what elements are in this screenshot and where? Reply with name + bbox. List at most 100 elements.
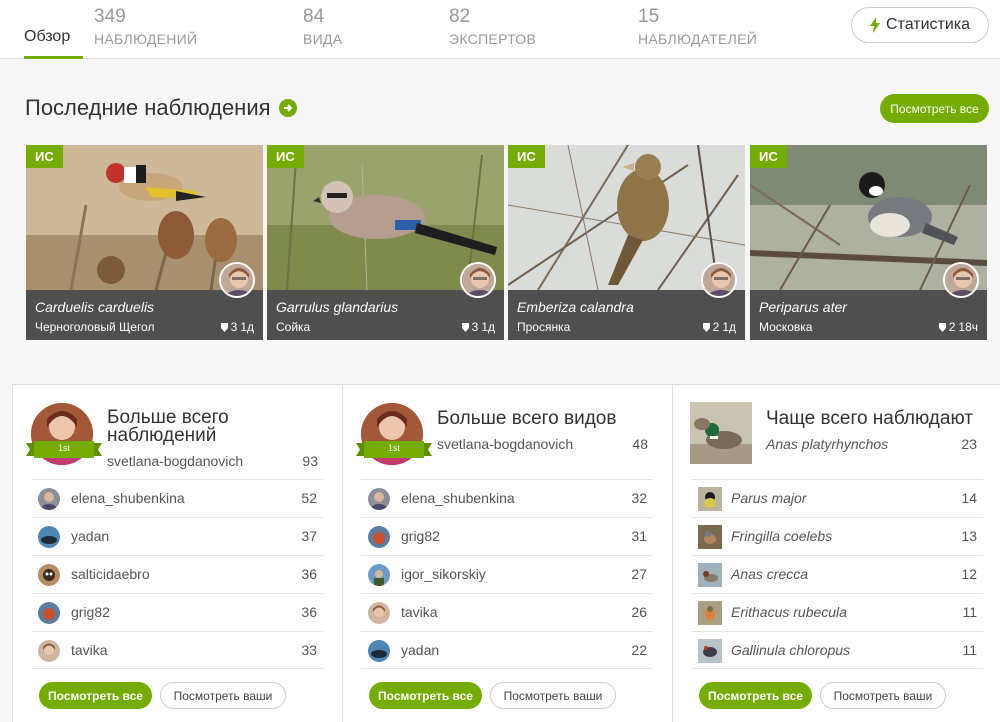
list-item[interactable]: Anas crecca 12 <box>691 555 983 593</box>
stats-bar: Обзор 349 НАБЛЮДЕНИЙ 84 ВИДА 82 ЭКСПЕРТО… <box>0 0 1000 59</box>
leader-name[interactable]: svetlana-bogdanovich <box>437 436 573 452</box>
scientific-name[interactable]: Carduelis carduelis <box>35 299 154 315</box>
observation-age: 1д <box>722 320 736 334</box>
observation-card[interactable]: ИС Garrulus glandarius Сойка 3 1д <box>267 145 504 340</box>
user-name: yadan <box>71 528 110 544</box>
panel-title: Больше всего видов <box>437 408 617 429</box>
user-avatar[interactable] <box>38 602 60 624</box>
identification-count: 2 <box>948 320 956 334</box>
tab-overview[interactable]: Обзор <box>24 28 70 46</box>
user-avatar[interactable] <box>368 526 390 548</box>
observer-avatar[interactable] <box>219 262 255 298</box>
user-name: yadan <box>401 642 440 658</box>
scientific-name[interactable]: Garrulus glandarius <box>276 299 398 315</box>
observation-caption: Emberiza calandra Просянка 2 1д <box>508 290 745 340</box>
view-yours-button[interactable]: Посмотреть ваши <box>490 682 616 709</box>
view-all-button[interactable]: Посмотреть все <box>369 682 482 709</box>
top-species-observers-panel: 1st Больше всего видов svetlana-bogdanov… <box>343 385 672 722</box>
user-name: igor_sikorskiy <box>401 566 486 582</box>
stat-experts-number: 82 <box>449 6 471 27</box>
observation-age: 1д <box>240 320 254 334</box>
list-item[interactable]: salticidaebro 36 <box>31 555 323 593</box>
identification-count: 2 <box>712 320 720 334</box>
stat-species-number: 84 <box>303 6 325 27</box>
species-name: Parus major <box>731 490 807 506</box>
species-name: Anas crecca <box>731 566 809 582</box>
top-species-panel: Чаще всего наблюдают Anas platyrhynchos … <box>673 385 1000 722</box>
research-grade-badge: ИС <box>267 145 304 168</box>
top-observers-panel: 1st Больше всего наблюдений svetlana-bog… <box>13 385 342 722</box>
list-item[interactable]: Parus major 14 <box>691 479 983 517</box>
view-all-button[interactable]: Посмотреть все <box>39 682 152 709</box>
recent-observations-heading[interactable]: Последние наблюдения <box>25 95 297 121</box>
species-photo[interactable] <box>698 525 722 549</box>
list-item[interactable]: yadan 22 <box>361 631 653 669</box>
leader-species-photo[interactable] <box>690 402 752 464</box>
list-item[interactable]: Gallinula chloropus 11 <box>691 631 983 669</box>
view-yours-button[interactable]: Посмотреть ваши <box>820 682 946 709</box>
user-count: 32 <box>631 490 647 506</box>
list-item[interactable]: igor_sikorskiy 27 <box>361 555 653 593</box>
list-item[interactable]: elena_shubenkina 32 <box>361 479 653 517</box>
list-item[interactable]: Erithacus rubecula 11 <box>691 593 983 631</box>
statistics-button[interactable]: Статистика <box>851 7 989 43</box>
stat-observations-number: 349 <box>94 6 126 27</box>
scientific-name[interactable]: Periparus ater <box>759 299 847 315</box>
list-item[interactable]: yadan 37 <box>31 517 323 555</box>
user-count: 36 <box>301 566 317 582</box>
user-name: elena_shubenkina <box>401 490 515 506</box>
species-count: 14 <box>961 490 977 506</box>
list-item[interactable]: grig82 36 <box>31 593 323 631</box>
observation-card[interactable]: ИС Periparus ater Московка 2 18ч <box>750 145 987 340</box>
species-photo[interactable] <box>698 639 722 663</box>
stat-observers-number: 15 <box>638 6 660 27</box>
user-avatar[interactable] <box>368 640 390 662</box>
observation-card[interactable]: ИС Carduelis carduelis Черноголовый Щего… <box>26 145 263 340</box>
species-photo[interactable] <box>698 563 722 587</box>
stat-experts[interactable]: 82 ЭКСПЕРТОВ <box>449 6 536 47</box>
view-all-button[interactable]: Посмотреть все <box>699 682 812 709</box>
list-item[interactable]: tavika 33 <box>31 631 323 669</box>
observer-avatar[interactable] <box>460 262 496 298</box>
lightning-icon <box>869 17 880 33</box>
user-avatar[interactable] <box>368 602 390 624</box>
stat-observations[interactable]: 349 НАБЛЮДЕНИЙ <box>94 6 197 47</box>
common-name: Черноголовый Щегол <box>35 320 155 334</box>
common-name: Просянка <box>517 320 571 334</box>
list-item[interactable]: tavika 26 <box>361 593 653 631</box>
scientific-name[interactable]: Emberiza calandra <box>517 299 634 315</box>
user-avatar[interactable] <box>38 564 60 586</box>
list-item[interactable]: elena_shubenkina 52 <box>31 479 323 517</box>
user-avatar[interactable] <box>38 640 60 662</box>
first-place-label: 1st <box>57 443 70 453</box>
user-avatar[interactable] <box>368 488 390 510</box>
statistics-button-label: Статистика <box>885 16 971 33</box>
view-all-recent-button[interactable]: Посмотреть все <box>880 94 989 123</box>
user-avatar[interactable] <box>38 488 60 510</box>
species-photo[interactable] <box>698 601 722 625</box>
user-avatar[interactable] <box>368 564 390 586</box>
stat-species[interactable]: 84 ВИДА <box>303 6 342 47</box>
user-count: 33 <box>301 642 317 658</box>
observation-caption: Carduelis carduelis Черноголовый Щегол 3… <box>26 290 263 340</box>
arrow-right-icon[interactable] <box>278 99 297 117</box>
species-name: Fringilla coelebs <box>731 528 833 544</box>
user-avatar[interactable] <box>38 526 60 548</box>
stat-observations-label: НАБЛЮДЕНИЙ <box>94 31 198 47</box>
observation-caption: Garrulus glandarius Сойка 3 1д <box>267 290 504 340</box>
list-item[interactable]: grig82 31 <box>361 517 653 555</box>
observer-avatar[interactable] <box>943 262 979 298</box>
species-photo[interactable] <box>698 487 722 511</box>
stat-observers[interactable]: 15 НАБЛЮДАТЕЛЕЙ <box>638 6 757 47</box>
common-name: Сойка <box>276 320 311 334</box>
leader-species-name[interactable]: Anas platyrhynchos <box>766 436 888 452</box>
view-yours-button[interactable]: Посмотреть ваши <box>160 682 286 709</box>
active-tab-indicator <box>24 56 83 59</box>
observer-avatar[interactable] <box>701 262 737 298</box>
user-name: salticidaebro <box>71 566 150 582</box>
list-item[interactable]: Fringilla coelebs 13 <box>691 517 983 555</box>
stat-species-label: ВИДА <box>303 31 343 47</box>
leader-name[interactable]: svetlana-bogdanovich <box>107 453 243 469</box>
observation-meta: 2 1д <box>702 320 736 334</box>
observation-card[interactable]: ИС Emberiza calandra Просянка 2 1д <box>508 145 745 340</box>
